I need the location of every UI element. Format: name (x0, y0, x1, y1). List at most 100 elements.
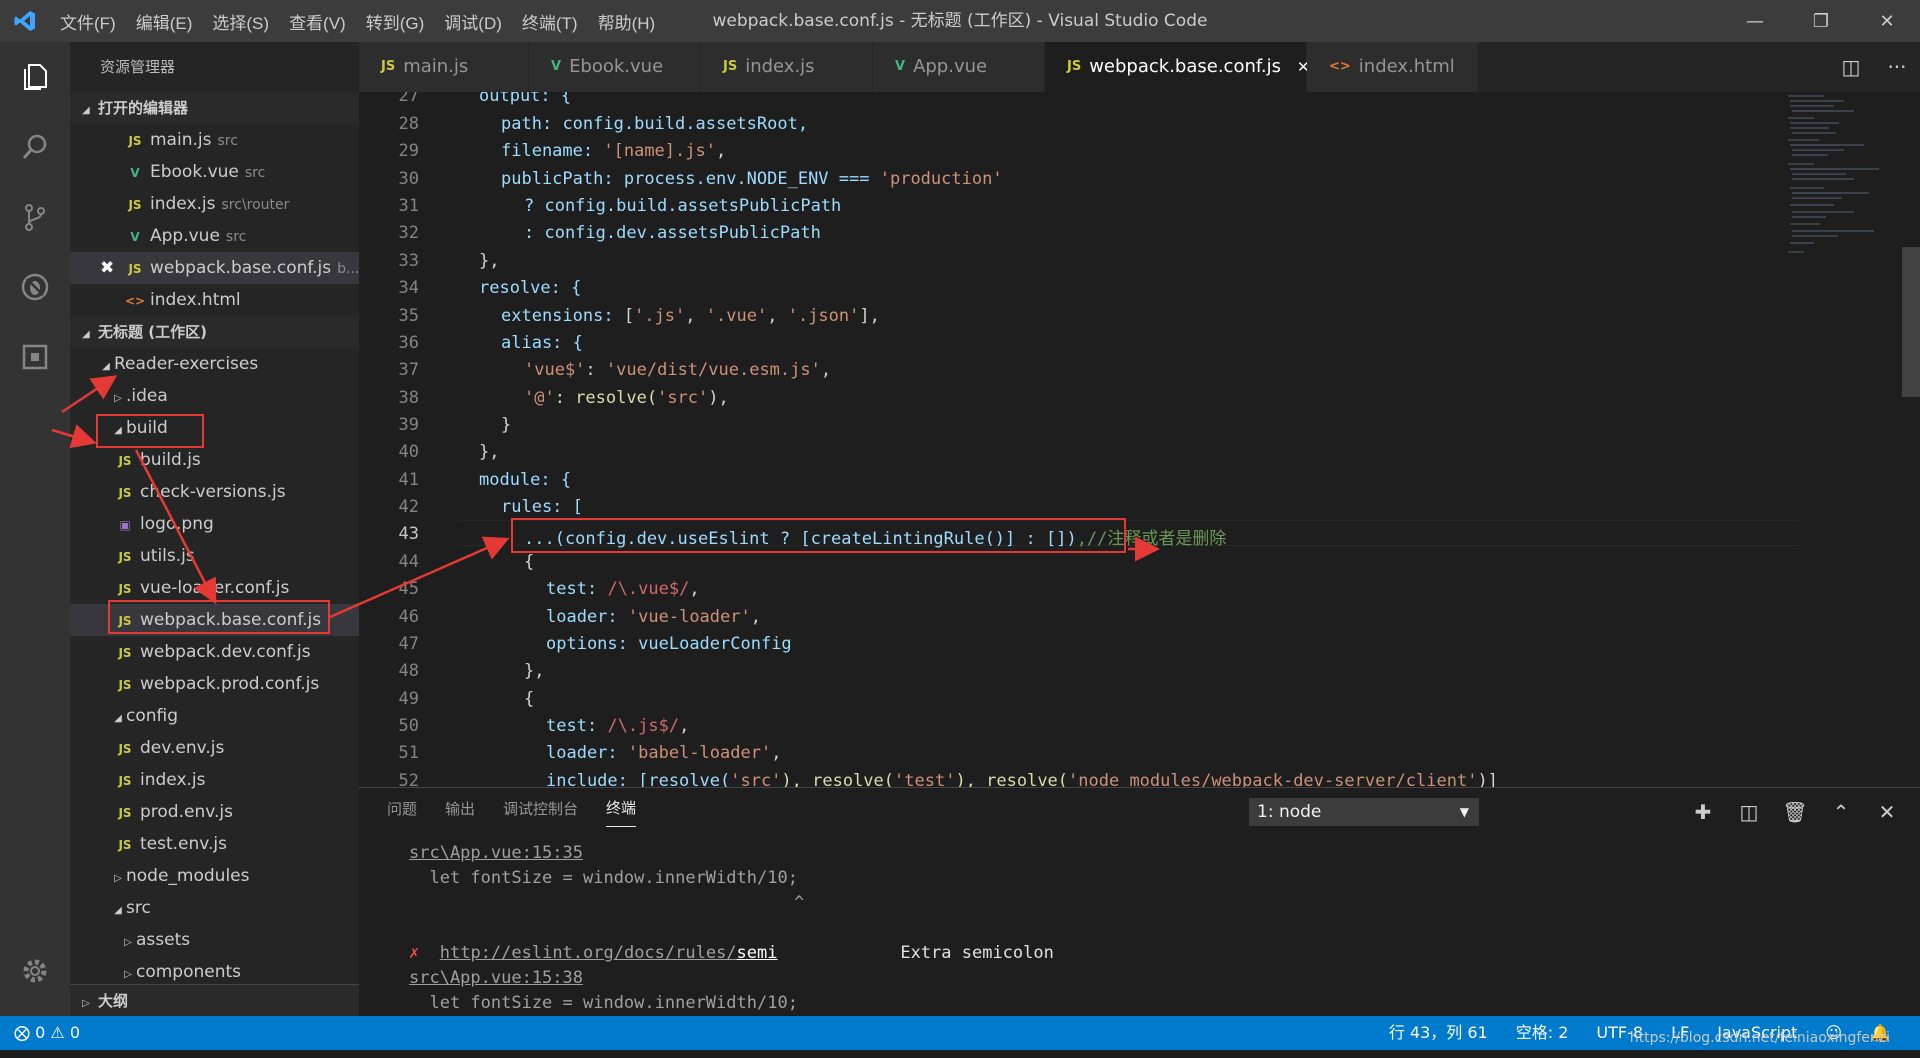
folder-config[interactable]: ◢ config (70, 700, 359, 732)
line-number: 47 (398, 634, 419, 654)
js-file-icon: JS (1067, 59, 1082, 74)
code-line: } (501, 415, 512, 435)
expanded-icon: ◢ (102, 361, 110, 372)
menu-file[interactable]: 文件(F) (50, 9, 126, 34)
js-file-icon: JS (118, 774, 132, 788)
menu-debug[interactable]: 调试(D) (434, 9, 512, 34)
vue-file-icon: V (130, 230, 140, 244)
source-control-icon[interactable] (0, 182, 70, 252)
menu-help[interactable]: 帮助(H) (588, 9, 666, 34)
js-file-icon: JS (118, 550, 132, 564)
line-number: 36 (398, 333, 419, 353)
tab-index-js[interactable]: JS index.js (701, 42, 873, 92)
workspace-section[interactable]: ◢ 无标题 (工作区) (70, 316, 359, 348)
line-number: 45 (398, 579, 419, 599)
menu-view[interactable]: 查看(V) (279, 9, 356, 34)
file-prod-env-js[interactable]: JS prod.env.js (70, 796, 359, 828)
menu-go[interactable]: 转到(G) (356, 9, 435, 34)
split-terminal-icon[interactable]: ◫ (1726, 796, 1772, 828)
search-icon[interactable] (0, 112, 70, 182)
outline-section[interactable]: ▷ 大纲 (70, 984, 359, 1016)
folder-src[interactable]: ◢ src (70, 892, 359, 924)
file-webpack-dev-conf-js[interactable]: JS webpack.dev.conf.js (70, 636, 359, 668)
tab-ebook-vue[interactable]: V Ebook.vue (529, 42, 701, 92)
code-line: path: config.build.assetsRoot, (501, 114, 809, 134)
js-file-icon: JS (118, 454, 132, 468)
close-window-icon[interactable]: ✕ (1854, 0, 1920, 42)
open-editor-index-html[interactable]: <> index.html (70, 284, 359, 316)
cursor-position[interactable]: 行 43，列 61 (1389, 1016, 1488, 1050)
close-icon[interactable]: ✖ (100, 252, 124, 284)
menu-edit[interactable]: 编辑(E) (126, 9, 203, 34)
more-actions-icon[interactable]: ··· (1874, 42, 1920, 92)
js-file-icon: JS (128, 134, 142, 148)
panel-actions: ✚ ◫ 🗑 ⌃ ✕ (1680, 796, 1910, 828)
file-test-env-js[interactable]: JS test.env.js (70, 828, 359, 860)
line-number: 33 (398, 251, 419, 271)
folder-node-modules[interactable]: ▷ node_modules (70, 860, 359, 892)
open-editor-webpack-base[interactable]: ✖ JS webpack.base.conf.js b... (70, 252, 359, 284)
open-editor-main-js[interactable]: JS main.js src (70, 124, 359, 156)
folder-reader-exercises[interactable]: ◢ Reader-exercises (70, 348, 359, 380)
extensions-icon[interactable] (0, 322, 70, 392)
code-line: extensions: ['.js', '.vue', '.json'], (501, 306, 880, 326)
tab-terminal[interactable]: 终端 (606, 789, 637, 827)
tab-webpack-base-conf-js[interactable]: JS webpack.base.conf.js ✕ (1045, 42, 1310, 92)
vscode-logo-icon (0, 0, 50, 42)
collapsed-icon: ▷ (124, 937, 132, 948)
open-editor-app-vue[interactable]: V App.vue src (70, 220, 359, 252)
close-panel-icon[interactable]: ✕ (1864, 796, 1910, 828)
code-line: }, (479, 442, 500, 462)
js-file-icon: JS (118, 806, 132, 820)
split-editor-icon[interactable]: ◫ (1828, 42, 1874, 92)
indentation[interactable]: 空格: 2 (1516, 1016, 1569, 1050)
code-line: '@': resolve('src'), (524, 388, 729, 408)
file-build-js[interactable]: JS build.js (70, 444, 359, 476)
code-editor[interactable]: 27 28 29 30 31 32 33 34 35 36 37 38 39 4… (359, 92, 1920, 787)
line-number: 50 (398, 716, 419, 736)
restore-icon[interactable]: ❐ (1788, 0, 1854, 42)
maximize-panel-icon[interactable]: ⌃ (1818, 796, 1864, 828)
line-number: 29 (398, 141, 419, 161)
debug-icon[interactable] (0, 252, 70, 322)
chevron-down-icon: ▼ (1459, 805, 1469, 819)
code-line: : config.dev.assetsPublicPath (524, 223, 821, 243)
terminal-select[interactable]: 1: node ▼ (1249, 798, 1479, 826)
file-webpack-prod-conf-js[interactable]: JS webpack.prod.conf.js (70, 668, 359, 700)
folder-assets[interactable]: ▷ assets (70, 924, 359, 956)
vue-file-icon: V (895, 59, 906, 74)
problems-status[interactable]: ⨂ 0 ⚠ 0 (14, 1016, 80, 1050)
tab-index-html[interactable]: <> index.html (1307, 42, 1479, 92)
explorer-icon[interactable] (0, 42, 70, 112)
file-index-js[interactable]: JS index.js (70, 764, 359, 796)
settings-gear-icon[interactable] (0, 936, 70, 1006)
tab-problems[interactable]: 问题 (387, 790, 417, 827)
tab-output[interactable]: 输出 (445, 790, 475, 827)
vertical-scrollbar[interactable] (1902, 247, 1920, 397)
tab-main-js[interactable]: JS main.js (359, 42, 529, 92)
code-line: resolve: { (479, 278, 582, 298)
minimap[interactable] (1784, 92, 1904, 292)
tab-debug-console[interactable]: 调试控制台 (503, 790, 578, 827)
open-editor-index-js[interactable]: JS index.js src\router (70, 188, 359, 220)
terminal-line: ^ (794, 893, 805, 913)
open-editor-ebook-vue[interactable]: V Ebook.vue src (70, 156, 359, 188)
explorer-sidebar: 资源管理器 ◢ 打开的编辑器 JS main.js src V Ebook.vue src… (70, 42, 359, 1016)
line-number: 37 (398, 360, 419, 380)
eslint-link[interactable]: http://eslint.org/docs/rules/ (440, 943, 737, 963)
js-file-icon: JS (381, 59, 396, 74)
line-number: 52 (398, 771, 419, 787)
tab-app-vue[interactable]: V App.vue (873, 42, 1045, 92)
menu-selection[interactable]: 选择(S) (202, 9, 279, 34)
trash-icon[interactable]: 🗑 (1772, 796, 1818, 828)
file-check-versions-js[interactable]: JS check-versions.js (70, 476, 359, 508)
open-editors-section[interactable]: ◢ 打开的编辑器 (70, 92, 359, 124)
minimize-icon[interactable]: — (1722, 0, 1788, 42)
line-number: 40 (398, 442, 419, 462)
menu-terminal[interactable]: 终端(T) (512, 9, 588, 34)
folder-idea[interactable]: ▷ .idea (70, 380, 359, 412)
file-logo-png[interactable]: ▣ logo.png (70, 508, 359, 540)
file-utils-js[interactable]: JS utils.js (70, 540, 359, 572)
file-dev-env-js[interactable]: JS dev.env.js (70, 732, 359, 764)
new-terminal-icon[interactable]: ✚ (1680, 796, 1726, 828)
